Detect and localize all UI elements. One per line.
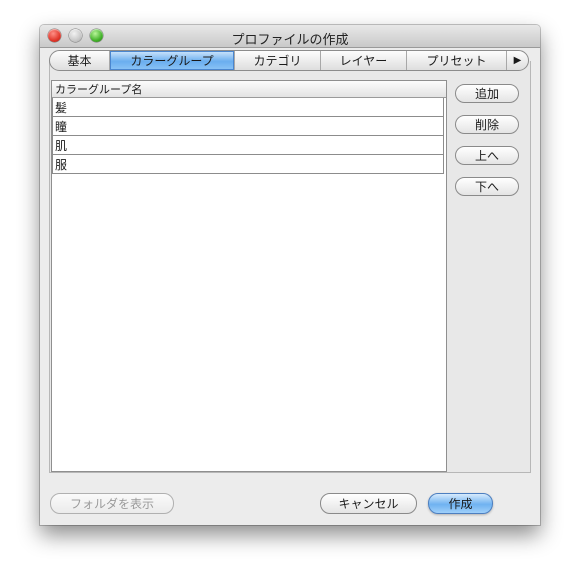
tab-category[interactable]: カテゴリ <box>235 51 321 70</box>
tab-overflow-arrow-icon[interactable]: ▶ <box>507 51 528 70</box>
table-row[interactable]: 肌 <box>52 136 444 155</box>
profile-window: プロファイルの作成 基本 カラーグループ カテゴリ レイヤー プリセット ▶ カ… <box>40 25 540 525</box>
create-button[interactable]: 作成 <box>428 493 493 514</box>
move-up-button[interactable]: 上へ <box>455 146 519 165</box>
tab-layer[interactable]: レイヤー <box>321 51 407 70</box>
color-group-table: カラーグループ名 髪 瞳 肌 服 <box>51 80 447 472</box>
title-bar: プロファイルの作成 <box>40 25 540 48</box>
table-row[interactable]: 服 <box>52 155 444 174</box>
tab-preset[interactable]: プリセット <box>407 51 507 70</box>
show-folder-button[interactable]: フォルダを表示 <box>50 493 174 514</box>
window-title: プロファイルの作成 <box>231 33 349 48</box>
tab-basic[interactable]: 基本 <box>50 51 110 70</box>
delete-button[interactable]: 削除 <box>455 115 519 134</box>
table-row[interactable]: 瞳 <box>52 117 444 136</box>
column-header-color-group-name[interactable]: カラーグループ名 <box>52 81 446 98</box>
move-down-button[interactable]: 下へ <box>455 177 519 196</box>
cancel-button[interactable]: キャンセル <box>320 493 417 514</box>
tab-bar: 基本 カラーグループ カテゴリ レイヤー プリセット ▶ <box>49 50 529 71</box>
add-button[interactable]: 追加 <box>455 84 519 103</box>
table-row[interactable]: 髪 <box>52 98 444 117</box>
tab-color-group[interactable]: カラーグループ <box>110 51 235 70</box>
